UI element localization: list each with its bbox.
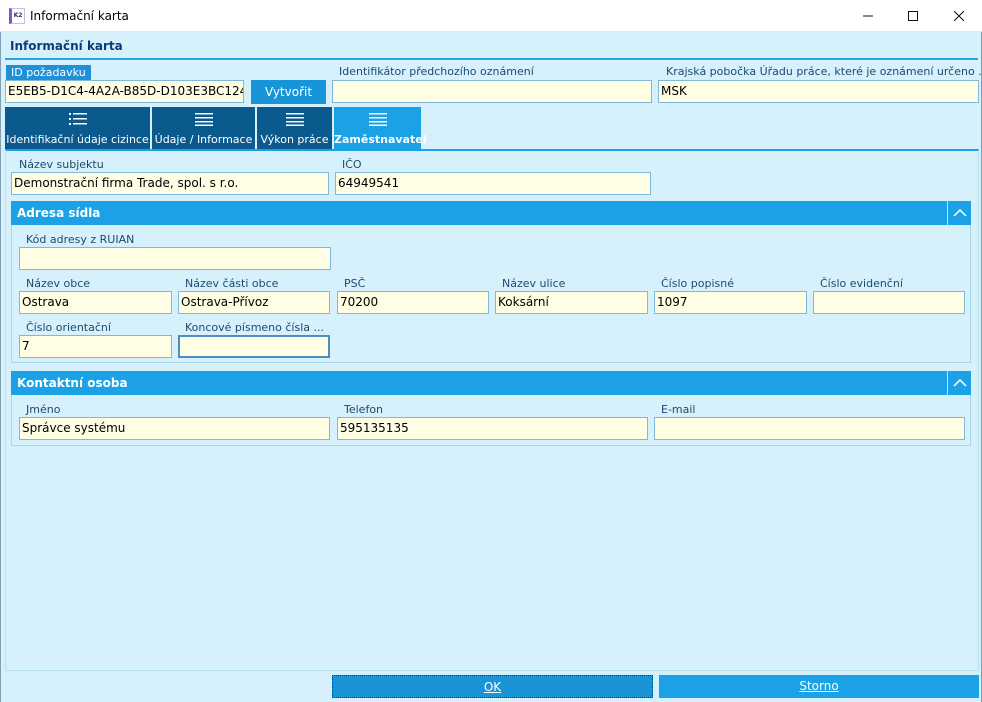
house-number-label: Číslo popisné [661,277,734,290]
tab-work-performance[interactable]: Výkon práce [257,107,333,149]
municipality-label: Název obce [26,277,91,290]
contact-name-label: Jméno [26,403,61,416]
contact-phone-field[interactable]: 595135135 [337,417,648,440]
menu-icon [334,112,421,126]
zip-label: PSČ [344,277,366,290]
subject-name-label: Název subjektu [19,158,104,171]
app-logo-icon: K2 [9,8,25,24]
contact-group-title: Kontaktní osoba [17,376,128,390]
evidence-number-field[interactable] [813,291,965,314]
ico-label: IČO [342,158,362,171]
ico-field[interactable]: 64949541 [335,172,651,195]
subject-name-field[interactable]: Demonstrační firma Trade, spol. s r.o. [11,172,329,195]
orientation-letter-field[interactable] [178,335,330,358]
orientation-letter-label: Koncové písmeno čísla ... [185,321,324,334]
chevron-up-icon [952,379,967,387]
zip-field[interactable]: 70200 [337,291,489,314]
collapse-address-button[interactable] [947,201,971,225]
collapse-contact-button[interactable] [947,371,971,395]
tab-label: Údaje / Informace [154,133,253,146]
tab-label: Zaměstnavatel [334,133,427,146]
ruian-code-label: Kód adresy z RUIAN [26,233,135,246]
street-field[interactable]: Koksární [495,291,648,314]
labour-office-branch-label: Krajská pobočka Úřadu práce, které je oz… [666,65,982,78]
menu-icon [257,112,332,126]
contact-name-field[interactable]: Správce systému [19,417,330,440]
address-group-title: Adresa sídla [17,206,101,220]
contact-group-header: Kontaktní osoba [11,371,971,395]
district-field[interactable]: Ostrava-Přívoz [178,291,330,314]
menu-icon [152,112,255,126]
ok-button-label: OK [483,680,502,694]
contact-email-label: E-mail [661,403,696,416]
cancel-button[interactable]: Storno [659,675,979,698]
minimize-button[interactable] [845,0,891,32]
chevron-up-icon [952,209,967,217]
street-label: Název ulice [502,277,566,290]
close-button[interactable] [936,0,982,32]
house-number-field[interactable]: 1097 [654,291,807,314]
ok-button[interactable]: OK [332,675,653,698]
create-button[interactable]: Vytvořit [251,80,326,104]
contact-phone-label: Telefon [344,403,384,416]
district-label: Název části obce [185,277,279,290]
evidence-number-label: Číslo evidenční [820,277,903,290]
address-group-header: Adresa sídla [11,201,971,225]
dialog-content: Informační karta ID požadavku E5EB5-D1C4… [0,32,982,702]
municipality-field[interactable]: Ostrava [19,291,172,314]
title-bar: K2 Informační karta [0,0,982,32]
orientation-number-label: Číslo orientační [26,321,111,334]
ruian-code-field[interactable] [19,247,331,270]
form-title: Informační karta [10,39,123,53]
contact-email-field[interactable] [654,417,965,440]
labour-office-branch-field[interactable]: MSK [658,80,979,103]
request-id-label: ID požadavku [6,65,91,80]
previous-notice-id-label: Identifikátor předchozího oznámení [339,65,534,78]
title-divider [5,58,978,60]
tab-foreigner-identification[interactable]: Identifikační údaje cizince [5,107,151,149]
tab-employer[interactable]: Zaměstnavatel [334,107,427,149]
cancel-button-label: Storno [799,679,839,693]
previous-notice-id-field[interactable] [332,80,652,103]
window-title: Informační karta [30,9,129,23]
maximize-button[interactable] [890,0,936,32]
tab-label: Identifikační údaje cizince [6,133,149,146]
list-icon [5,112,150,126]
minimize-icon [863,15,873,17]
orientation-number-field[interactable]: 7 [19,335,172,358]
close-icon [954,11,964,21]
maximize-icon [908,11,918,21]
tab-label: Výkon práce [260,133,329,146]
tab-data-information[interactable]: Údaje / Informace [152,107,256,149]
request-id-field[interactable]: E5EB5-D1C4-4A2A-B85D-D103E3BC1243 [5,80,244,103]
